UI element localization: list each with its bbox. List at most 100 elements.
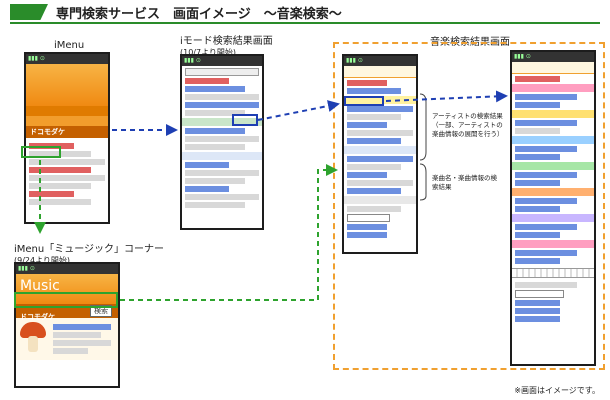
list-item[interactable]	[347, 130, 413, 136]
title-tag	[10, 4, 48, 20]
note-artist: アーティストの検索結果（一部、アーティストの楽曲情報の展開を行う）	[432, 112, 504, 138]
section-divider	[182, 152, 262, 160]
status-bar: ▮▮▮ ⊙	[182, 56, 262, 66]
list-item[interactable]	[185, 102, 259, 108]
list-item[interactable]	[515, 94, 577, 100]
music-result-highlight	[232, 114, 258, 126]
list-item[interactable]	[347, 114, 401, 120]
list-item[interactable]	[53, 332, 101, 338]
section-divider	[512, 84, 594, 92]
list-item[interactable]	[347, 122, 387, 128]
music-corner-text	[46, 322, 114, 356]
caption-imenu: iMenu	[54, 40, 85, 51]
status-bar: ▮▮▮ ⊙	[512, 52, 594, 62]
list-item[interactable]	[347, 232, 387, 238]
section-divider	[344, 196, 416, 204]
status-bar: ▮▮▮ ⊙	[16, 264, 118, 274]
list-item[interactable]	[347, 88, 401, 94]
list-item[interactable]	[515, 146, 577, 152]
imenu-header	[26, 64, 108, 106]
list-item[interactable]	[347, 224, 387, 230]
music-search-phone-1: ▮▮▮ ⊙	[342, 54, 418, 254]
section-divider	[512, 214, 594, 222]
song-section	[344, 146, 416, 154]
music-search-phone-2: ▮▮▮ ⊙	[510, 50, 596, 366]
music-corner-phone: ▮▮▮ ⊙ Music ドコモダケ 検索	[14, 262, 120, 388]
search-field[interactable]	[185, 68, 259, 76]
list-item[interactable]	[347, 156, 413, 162]
list-item[interactable]	[185, 136, 259, 142]
music-header	[512, 62, 594, 74]
list-item[interactable]	[515, 154, 561, 160]
list-item[interactable]	[53, 324, 111, 330]
search-field[interactable]	[515, 290, 565, 298]
caption-imode-search-title: iモード検索結果画面	[180, 36, 273, 47]
list-item[interactable]	[347, 188, 401, 194]
search-field[interactable]	[347, 214, 391, 222]
list-item[interactable]	[515, 232, 561, 238]
list-item[interactable]	[347, 172, 387, 178]
list-item[interactable]	[515, 198, 577, 204]
imenu-menu-row-2[interactable]	[26, 116, 108, 126]
imenu-search-bar: ドコモダケ	[26, 126, 108, 138]
status-bar: ▮▮▮ ⊙	[26, 54, 108, 64]
list-item[interactable]	[347, 138, 401, 144]
list-item[interactable]	[515, 316, 561, 322]
status-bar: ▮▮▮ ⊙	[344, 56, 416, 66]
section-divider	[512, 188, 594, 196]
list-item[interactable]	[347, 80, 387, 86]
list-item[interactable]	[185, 170, 259, 176]
list-item[interactable]	[29, 175, 105, 181]
list-item[interactable]	[515, 128, 561, 134]
list-item[interactable]	[515, 250, 577, 256]
list-item[interactable]	[515, 102, 561, 108]
list-item[interactable]	[29, 191, 75, 197]
list-item[interactable]	[515, 206, 561, 212]
note-song: 楽曲名・楽曲情報の検索結果	[432, 174, 497, 191]
artist-row-highlight	[344, 96, 384, 106]
list-item[interactable]	[185, 128, 245, 134]
list-item[interactable]	[185, 178, 245, 184]
list-item[interactable]	[185, 186, 229, 192]
footnote: ※画面はイメージです。	[514, 386, 600, 395]
music-search-highlight	[14, 292, 118, 308]
list-item[interactable]	[515, 224, 577, 230]
list-item[interactable]	[29, 183, 91, 189]
list-item[interactable]	[185, 144, 245, 150]
list-item[interactable]	[347, 180, 413, 186]
list-item[interactable]	[515, 76, 561, 82]
list-item[interactable]	[515, 300, 561, 306]
imenu-menu-row[interactable]	[26, 106, 108, 116]
list-item[interactable]	[515, 180, 561, 186]
section-divider	[512, 136, 594, 144]
list-item[interactable]	[185, 194, 259, 200]
list-item[interactable]	[347, 164, 401, 170]
music-link-highlight	[21, 146, 61, 158]
list-item[interactable]	[185, 162, 229, 168]
section-divider	[512, 240, 594, 248]
list-item[interactable]	[185, 94, 259, 100]
music-header	[344, 66, 416, 78]
caption-music-corner-title: iMenu「ミュージック」コーナー	[14, 244, 165, 255]
list-item[interactable]	[185, 86, 245, 92]
list-item[interactable]	[347, 106, 413, 112]
list-item[interactable]	[29, 199, 91, 205]
list-item[interactable]	[515, 172, 577, 178]
list-item[interactable]	[29, 167, 91, 173]
title-bar: 専門検索サービス 画面イメージ ～音楽検索～	[10, 2, 600, 24]
list-item[interactable]	[29, 159, 105, 165]
wave-divider	[512, 268, 594, 278]
bracket-marks	[419, 93, 427, 201]
list-item[interactable]	[53, 348, 89, 354]
list-item[interactable]	[185, 202, 245, 208]
section-divider	[512, 162, 594, 170]
list-item[interactable]	[515, 258, 561, 264]
list-item[interactable]	[515, 282, 577, 288]
list-item[interactable]	[53, 340, 111, 346]
list-item[interactable]	[185, 78, 229, 84]
list-item[interactable]	[515, 120, 577, 126]
imenu-search-input[interactable]: ドコモダケ	[26, 126, 108, 138]
music-corner-body	[16, 318, 118, 360]
list-item[interactable]	[515, 308, 561, 314]
list-item[interactable]	[347, 206, 401, 212]
